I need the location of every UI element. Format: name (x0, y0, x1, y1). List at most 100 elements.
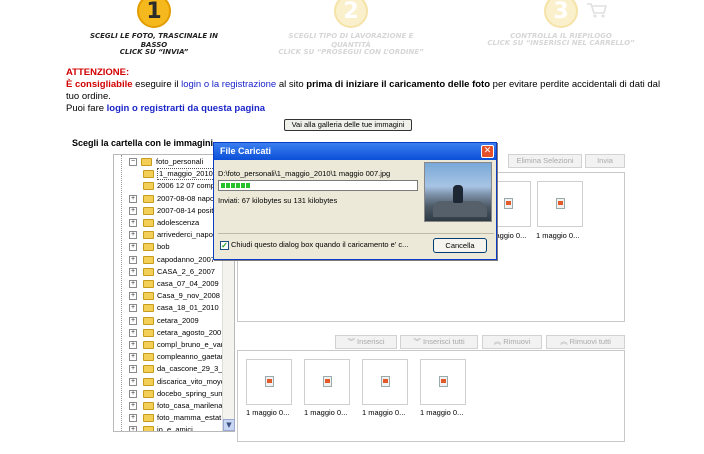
folder-icon (143, 316, 154, 325)
send-button[interactable]: Invia (585, 154, 625, 168)
photo-preview (424, 162, 492, 222)
cancel-button[interactable]: Cancella (433, 238, 487, 253)
selected-thumb[interactable] (362, 359, 408, 405)
tree-folder-label: discarica_vito_moyc (157, 376, 225, 386)
auto-close-label: Chiudi questo dialog box quando il caric… (231, 240, 409, 249)
upload-progress-bar (218, 180, 418, 191)
expand-icon[interactable]: + (129, 316, 137, 325)
notice-advised: È consigliabile (66, 79, 133, 90)
upload-sent-text: Inviati: 67 kilobytes su 131 kilobytes (218, 196, 338, 205)
image-file-icon (323, 376, 332, 387)
folder-icon (143, 255, 154, 264)
checkbox-check-icon[interactable]: ✓ (220, 241, 229, 250)
close-icon[interactable]: ✕ (481, 145, 494, 158)
expand-icon[interactable]: + (129, 377, 137, 386)
selected-area[interactable]: 1 maggio 0... 1 maggio 0... 1 maggio 0..… (237, 350, 625, 442)
upload-thumb-caption: 1 maggio 0... (536, 231, 580, 240)
progress-segment (221, 183, 225, 188)
folder-icon (143, 365, 154, 374)
remove-all-button[interactable]: ︽ Rimuovi tutti (546, 335, 625, 349)
tree-folder-label: bob (157, 242, 170, 252)
gallery-button[interactable]: Vai alla galleria delle tue immagini (284, 119, 412, 131)
expand-icon[interactable]: + (129, 231, 137, 240)
collapse-icon[interactable]: − (129, 158, 137, 166)
selected-thumb-caption: 1 maggio 0... (362, 408, 406, 417)
selected-thumb[interactable] (246, 359, 292, 405)
upload-thumb[interactable] (537, 181, 583, 227)
step-2-line2: click su “prosegui con l’ordine” (278, 48, 424, 56)
expand-icon[interactable]: + (129, 304, 137, 313)
expand-icon[interactable]: + (129, 292, 137, 301)
expand-icon[interactable]: + (129, 426, 137, 431)
tree-folder-label: foto_mamma_estat (157, 413, 222, 423)
selected-thumb[interactable] (304, 359, 350, 405)
tree-folder-label: CASA_2_6_2007 (157, 266, 215, 276)
notice-bold: prima di iniziare il caricamento delle f… (306, 79, 491, 90)
progress-segment (246, 183, 250, 188)
tree-folder-label: 2006 12 07 comp (157, 181, 215, 191)
tree-folder-label: 2007-08-08 napo (157, 193, 215, 203)
step-3-number: 3 (544, 0, 578, 28)
scroll-down-icon[interactable]: ▼ (223, 419, 235, 431)
notice-text-2: al sito (276, 79, 307, 90)
login-here-link[interactable]: login o registrarti da questa pagina (107, 103, 265, 114)
login-notice: ATTENZIONE: È consigliabile eseguire il … (66, 67, 666, 115)
tree-folder-label: docebo_spring_sum (157, 388, 225, 398)
cart-icon (587, 3, 608, 18)
tree-folder-label: io_e_amici (157, 425, 193, 432)
progress-segment (226, 183, 230, 188)
image-file-icon (556, 198, 565, 209)
upload-dialog: File Caricati ✕ D:\foto_personali\1_magg… (213, 142, 497, 260)
tree-folder-label: foto_personali (156, 157, 204, 166)
dialog-title[interactable]: File Caricati (214, 143, 496, 160)
expand-icon[interactable]: + (129, 267, 137, 276)
step-2: 2 Scegli tipo di lavorazione e quantità … (276, 0, 426, 57)
notice-heading: ATTENZIONE: (66, 67, 130, 78)
notice-line-2: Puoi fare login o registrarti da questa … (66, 103, 666, 115)
tree-folder-label: arrivederci_napol (157, 230, 215, 240)
folder-icon (143, 231, 154, 240)
insert-all-button[interactable]: ︾ Inserisci tutti (400, 335, 478, 349)
progress-segment (231, 183, 235, 188)
tree-folder-label: compl_bruno_e_var (157, 340, 224, 349)
notice-text-1: eseguire il (132, 79, 182, 90)
expand-icon[interactable]: + (129, 365, 137, 374)
tree-folder-label: cetara_agosto_200 (157, 327, 222, 337)
selected-thumb-caption: 1 maggio 0... (246, 408, 290, 417)
expand-icon[interactable]: + (129, 206, 137, 215)
insert-button[interactable]: ︾ Inserisci (335, 335, 397, 349)
expand-icon[interactable]: + (129, 414, 137, 423)
chevron-up-icon: ︽ (493, 337, 504, 346)
tree-folder-label: adolescenza (157, 218, 200, 227)
notice-line2-prefix: Puoi fare (66, 103, 107, 114)
expand-icon[interactable]: + (129, 328, 137, 337)
tree-folder-label: Casa_9_nov_2008 (157, 291, 220, 301)
dialog-file-path: D:\foto_personali\1_maggio_2010\1 maggio… (218, 169, 391, 178)
selected-thumb[interactable] (420, 359, 466, 405)
expand-icon[interactable]: + (129, 255, 137, 264)
remove-button[interactable]: ︽ Rimuovi (482, 335, 542, 349)
folder-icon (143, 194, 154, 203)
chevron-down-icon: ︾ (347, 337, 358, 346)
expand-icon[interactable]: + (129, 389, 137, 398)
expand-icon[interactable]: + (129, 353, 137, 362)
expand-icon[interactable]: + (129, 280, 137, 288)
expand-icon[interactable]: + (129, 402, 137, 410)
image-file-icon (381, 376, 390, 387)
auto-close-checkbox[interactable]: ✓ Chiudi questo dialog box quando il cari… (220, 239, 410, 251)
image-file-icon (439, 376, 448, 387)
tree-folder-label: capodanno_2007 (157, 254, 215, 264)
folder-icon (143, 377, 154, 386)
steps-header: 1 Scegli le foto, trascinale in basso cl… (0, 0, 704, 60)
expand-icon[interactable]: + (129, 243, 137, 252)
folder-label: Scegli la cartella con le immagini (72, 138, 214, 148)
folder-icon (143, 402, 154, 410)
delete-selection-button[interactable]: Elimina Selezioni (508, 154, 582, 168)
expand-icon[interactable]: + (129, 219, 137, 227)
folder-icon (143, 280, 154, 288)
expand-icon[interactable]: + (129, 194, 137, 203)
login-registration-link[interactable]: login o la registrazione (181, 79, 276, 90)
folder-icon (143, 389, 154, 398)
image-file-icon (265, 376, 274, 387)
expand-icon[interactable]: + (129, 341, 137, 349)
